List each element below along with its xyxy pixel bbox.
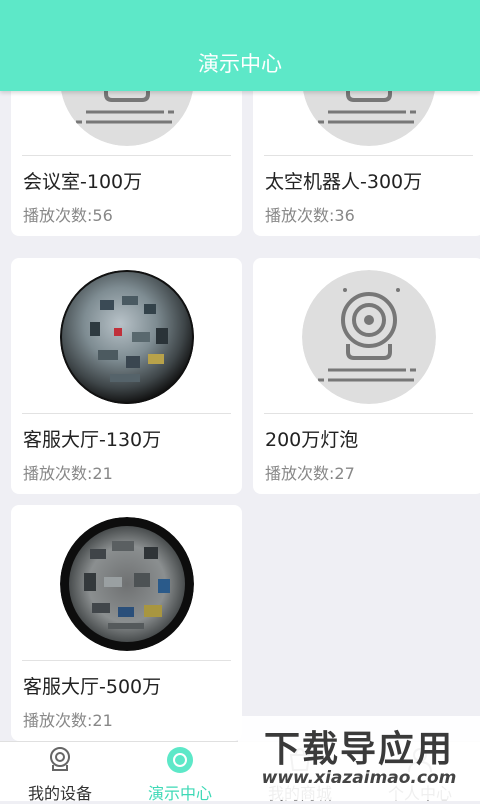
play-count: 播放次数:27 <box>265 464 355 483</box>
play-count: 播放次数:21 <box>23 464 113 483</box>
page-title: 演示中心 <box>198 52 282 76</box>
tab-demo-center[interactable]: 演示中心 <box>120 742 240 803</box>
card-divider <box>264 413 473 414</box>
card-divider <box>22 413 231 414</box>
card-divider <box>22 155 231 156</box>
device-name: 客服大厅-500万 <box>23 676 162 698</box>
camera-icon <box>50 747 70 771</box>
watermark-url: www.xiazaimao.com <box>261 768 457 788</box>
tab-label: 我的设备 <box>27 784 92 803</box>
play-count: 播放次数:21 <box>23 711 113 730</box>
device-name: 200万灯泡 <box>265 429 359 451</box>
watermark-logo: 下载导应用 www.xiazaimao.com <box>238 716 480 800</box>
device-card[interactable]: 会议室-100万 播放次数:56 <box>11 91 242 236</box>
fisheye-preview-image <box>60 517 194 651</box>
device-card[interactable]: 客服大厅-500万 播放次数:21 <box>11 505 242 741</box>
app-header: 演示中心 <box>0 0 480 91</box>
device-name: 太空机器人-300万 <box>265 171 423 193</box>
watermark-title: 下载导应用 <box>263 729 454 770</box>
demo-circle-icon <box>167 747 193 773</box>
camera-placeholder-icon <box>60 91 194 146</box>
device-card[interactable]: 太空机器人-300万 播放次数:36 <box>253 91 480 236</box>
tab-my-devices[interactable]: 我的设备 <box>0 742 120 803</box>
tab-label: 演示中心 <box>147 784 212 803</box>
play-count: 播放次数:36 <box>265 206 355 225</box>
card-divider <box>22 660 231 661</box>
device-grid[interactable]: 会议室-100万 播放次数:56 太空机器人-300万 播放次数:36 客服大厅… <box>0 91 480 741</box>
card-divider <box>264 155 473 156</box>
device-name: 客服大厅-130万 <box>23 429 162 451</box>
camera-placeholder-icon <box>302 270 436 404</box>
device-card[interactable]: 客服大厅-130万 播放次数:21 <box>11 258 242 494</box>
device-card[interactable]: 200万灯泡 播放次数:27 <box>253 258 480 494</box>
fisheye-preview-image <box>60 270 194 404</box>
camera-placeholder-icon <box>302 91 436 146</box>
device-name: 会议室-100万 <box>23 171 143 193</box>
play-count: 播放次数:56 <box>23 206 113 225</box>
